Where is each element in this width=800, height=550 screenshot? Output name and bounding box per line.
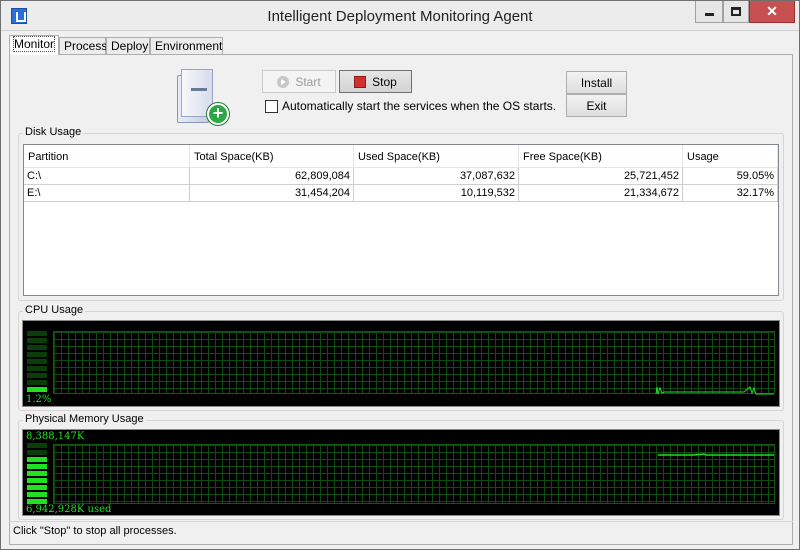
install-button[interactable]: Install: [566, 71, 627, 94]
cpu-level-bar: [27, 331, 47, 392]
level-segment: [27, 338, 47, 343]
cell-free: 25,721,452: [519, 168, 683, 184]
minimize-icon: [704, 13, 714, 16]
level-segment: [27, 464, 47, 469]
disk-usage-title: Disk Usage: [23, 126, 84, 138]
main-window: Intelligent Deployment Monitoring Agent …: [0, 0, 800, 550]
status-bar: Click "Stop" to stop all processes.: [9, 521, 793, 543]
tab-deploy[interactable]: Deploy: [106, 37, 150, 54]
play-icon: [277, 75, 290, 88]
cell-usage: 59.05%: [683, 168, 778, 184]
level-segment: [27, 331, 47, 336]
memory-used-label: 6,942,928K used: [26, 504, 112, 515]
column-header-total[interactable]: Total Space(KB): [190, 145, 354, 167]
level-segment: [27, 443, 47, 448]
start-button[interactable]: Start: [262, 70, 336, 93]
tab-environment[interactable]: Environment: [150, 37, 223, 54]
cell-usage: 32.17%: [683, 185, 778, 201]
level-segment: [27, 345, 47, 350]
server-icon: +: [177, 69, 229, 127]
level-segment: [27, 380, 47, 385]
cell-used: 10,119,532: [354, 185, 519, 201]
level-segment: [27, 457, 47, 462]
cell-used: 37,087,632: [354, 168, 519, 184]
cell-free: 21,334,672: [519, 185, 683, 201]
exit-button[interactable]: Exit: [566, 94, 627, 117]
column-header-partition[interactable]: Partition: [24, 145, 190, 167]
level-segment: [27, 485, 47, 490]
memory-level-bar: [27, 443, 47, 504]
level-segment: [27, 450, 47, 455]
table-row[interactable]: E:\ 31,454,204 10,119,532 21,334,672 32.…: [24, 185, 778, 202]
stop-button[interactable]: Stop: [339, 70, 412, 93]
close-button[interactable]: ✕: [749, 1, 795, 23]
cpu-value-label: 1.2%: [26, 394, 52, 405]
level-segment: [27, 352, 47, 357]
level-segment: [27, 373, 47, 378]
maximize-button[interactable]: [723, 1, 749, 23]
autostart-checkbox[interactable]: [265, 100, 278, 113]
maximize-icon: [731, 7, 741, 16]
cell-partition: E:\: [24, 185, 190, 201]
status-text: Click "Stop" to stop all processes.: [13, 525, 177, 537]
column-header-free[interactable]: Free Space(KB): [519, 145, 683, 167]
autostart-label[interactable]: Automatically start the services when th…: [282, 99, 556, 113]
cpu-meter: 1.2%: [22, 320, 780, 407]
column-header-used[interactable]: Used Space(KB): [354, 145, 519, 167]
memory-meter: 8,388,147K 6,942,928K used: [22, 429, 780, 516]
memory-total-label: 8,388,147K: [26, 431, 85, 442]
plus-circle-icon: +: [207, 103, 229, 125]
cpu-usage-title: CPU Usage: [23, 304, 86, 316]
level-segment: [27, 366, 47, 371]
level-segment: [27, 359, 47, 364]
table-row[interactable]: C:\ 62,809,084 37,087,632 25,721,452 59.…: [24, 168, 778, 185]
window-title: Intelligent Deployment Monitoring Agent: [267, 8, 533, 25]
memory-history-grid: [53, 444, 775, 504]
cpu-history-grid: [53, 331, 775, 395]
close-icon: ✕: [766, 3, 778, 19]
cpu-history-line: [655, 386, 774, 395]
tab-monitor[interactable]: Monitor: [9, 35, 59, 55]
memory-history-line: [658, 453, 774, 456]
title-bar[interactable]: Intelligent Deployment Monitoring Agent …: [1, 1, 799, 31]
cell-total: 62,809,084: [190, 168, 354, 184]
level-segment: [27, 387, 47, 392]
memory-usage-title: Physical Memory Usage: [23, 413, 146, 425]
level-segment: [27, 478, 47, 483]
stop-icon: [354, 75, 367, 88]
level-segment: [27, 492, 47, 497]
tab-process[interactable]: Process: [59, 37, 107, 54]
cell-partition: C:\: [24, 168, 190, 184]
minimize-button[interactable]: [695, 1, 723, 23]
table-header: Partition Total Space(KB) Used Space(KB)…: [24, 145, 778, 168]
column-header-usage[interactable]: Usage: [683, 145, 778, 167]
level-segment: [27, 471, 47, 476]
cell-total: 31,454,204: [190, 185, 354, 201]
disk-table[interactable]: Partition Total Space(KB) Used Space(KB)…: [23, 144, 779, 296]
